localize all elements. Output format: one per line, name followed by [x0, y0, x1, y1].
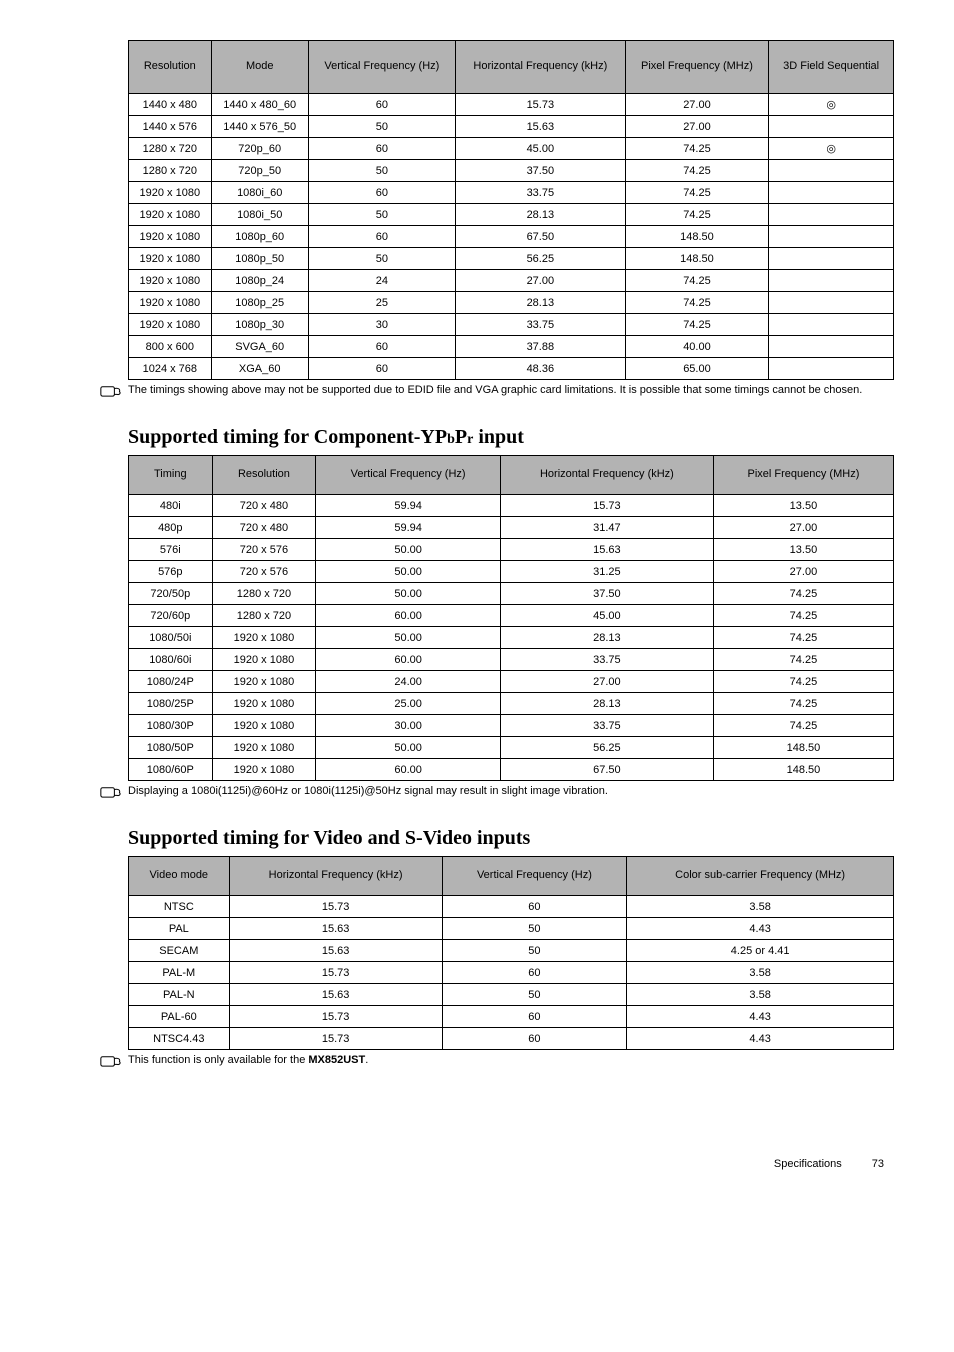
note-mx852ust: This function is only available for the … [100, 1054, 894, 1068]
table-row: 1920 x 10801080p_505056.25148.50 [129, 248, 894, 270]
component-ypbpr-table: TimingResolutionVertical Frequency (Hz)H… [128, 455, 894, 781]
table-header: Horizontal Frequency (kHz) [500, 456, 713, 495]
table-row: 1080/60P1920 x 108060.0067.50148.50 [129, 759, 894, 781]
table-row: 576p720 x 57650.0031.2527.00 [129, 561, 894, 583]
table-row: 576i720 x 57650.0015.6313.50 [129, 539, 894, 561]
table-row: 1920 x 10801080p_303033.7574.25 [129, 314, 894, 336]
table-row: 1280 x 720720p_505037.5074.25 [129, 160, 894, 182]
table-header: 3D Field Sequential [769, 41, 894, 94]
table-header: Resolution [212, 456, 316, 495]
page-footer: Specifications 73 [100, 1158, 894, 1170]
table-header: Vertical Frequency (Hz) [316, 456, 501, 495]
video-svideo-table: Video modeHorizontal Frequency (kHz)Vert… [128, 856, 894, 1050]
note-icon [100, 785, 122, 799]
table-row: 1080/60i1920 x 108060.0033.7574.25 [129, 649, 894, 671]
heading-video-svideo: Supported timing for Video and S-Video i… [128, 827, 894, 850]
footer-section: Specifications [774, 1158, 842, 1170]
table-row: PAL-N15.63503.58 [129, 984, 894, 1006]
table-row: SECAM15.63504.25 or 4.41 [129, 940, 894, 962]
hdmi-timing-table: ResolutionModeVertical Frequency (Hz)Hor… [128, 40, 894, 380]
table-row: 720/60p1280 x 72060.0045.0074.25 [129, 605, 894, 627]
note-icon [100, 384, 122, 398]
table-header: Timing [129, 456, 213, 495]
table-row: PAL-M15.73603.58 [129, 962, 894, 984]
table-row: 1080/50i1920 x 108050.0028.1374.25 [129, 627, 894, 649]
table-row: 1920 x 10801080i_606033.7574.25 [129, 182, 894, 204]
table-row: 480p720 x 48059.9431.4727.00 [129, 517, 894, 539]
table-header: Vertical Frequency (Hz) [308, 41, 455, 94]
table-row: 1920 x 10801080i_505028.1374.25 [129, 204, 894, 226]
table-header: Pixel Frequency (MHz) [713, 456, 893, 495]
table-row: 1080/30P1920 x 108030.0033.7574.25 [129, 715, 894, 737]
note-icon [100, 1054, 122, 1068]
table-header: Resolution [129, 41, 212, 94]
table-header: Vertical Frequency (Hz) [442, 857, 627, 896]
table-row: 1920 x 10801080p_252528.1374.25 [129, 292, 894, 314]
table-row: 1024 x 768XGA_606048.3665.00 [129, 358, 894, 380]
table-header: Mode [211, 41, 308, 94]
table-header: Color sub-carrier Frequency (MHz) [627, 857, 894, 896]
table-row: NTSC4.4315.73604.43 [129, 1028, 894, 1050]
table-row: 1440 x 5761440 x 576_505015.6327.00 [129, 116, 894, 138]
table-header: Horizontal Frequency (kHz) [455, 41, 625, 94]
table-row: 720/50p1280 x 72050.0037.5074.25 [129, 583, 894, 605]
note-text: This function is only available for the … [128, 1054, 368, 1066]
table-header: Video mode [129, 857, 230, 896]
note-text: Displaying a 1080i(1125i)@60Hz or 1080i(… [128, 785, 608, 797]
table-row: 1080/50P1920 x 108050.0056.25148.50 [129, 737, 894, 759]
table-row: 1080/24P1920 x 108024.0027.0074.25 [129, 671, 894, 693]
heading-component-ypbpr: Supported timing for Component-YPbPr inp… [128, 426, 894, 449]
table-header: Pixel Frequency (MHz) [625, 41, 769, 94]
table-row: 480i720 x 48059.9415.7313.50 [129, 495, 894, 517]
table-row: PAL-6015.73604.43 [129, 1006, 894, 1028]
table-row: 800 x 600SVGA_606037.8840.00 [129, 336, 894, 358]
table-row: 1440 x 4801440 x 480_606015.7327.00◎ [129, 94, 894, 116]
table-row: 1280 x 720720p_606045.0074.25◎ [129, 138, 894, 160]
table-row: NTSC15.73603.58 [129, 896, 894, 918]
table-row: 1920 x 10801080p_242427.0074.25 [129, 270, 894, 292]
note-edid-limit: The timings showing above may not be sup… [100, 384, 894, 398]
footer-page: 73 [872, 1158, 884, 1170]
table-row: PAL15.63504.43 [129, 918, 894, 940]
note-1080i-vibration: Displaying a 1080i(1125i)@60Hz or 1080i(… [100, 785, 894, 799]
table-header: Horizontal Frequency (kHz) [229, 857, 442, 896]
table-row: 1920 x 10801080p_606067.50148.50 [129, 226, 894, 248]
table-row: 1080/25P1920 x 108025.0028.1374.25 [129, 693, 894, 715]
note-text: The timings showing above may not be sup… [128, 384, 862, 396]
